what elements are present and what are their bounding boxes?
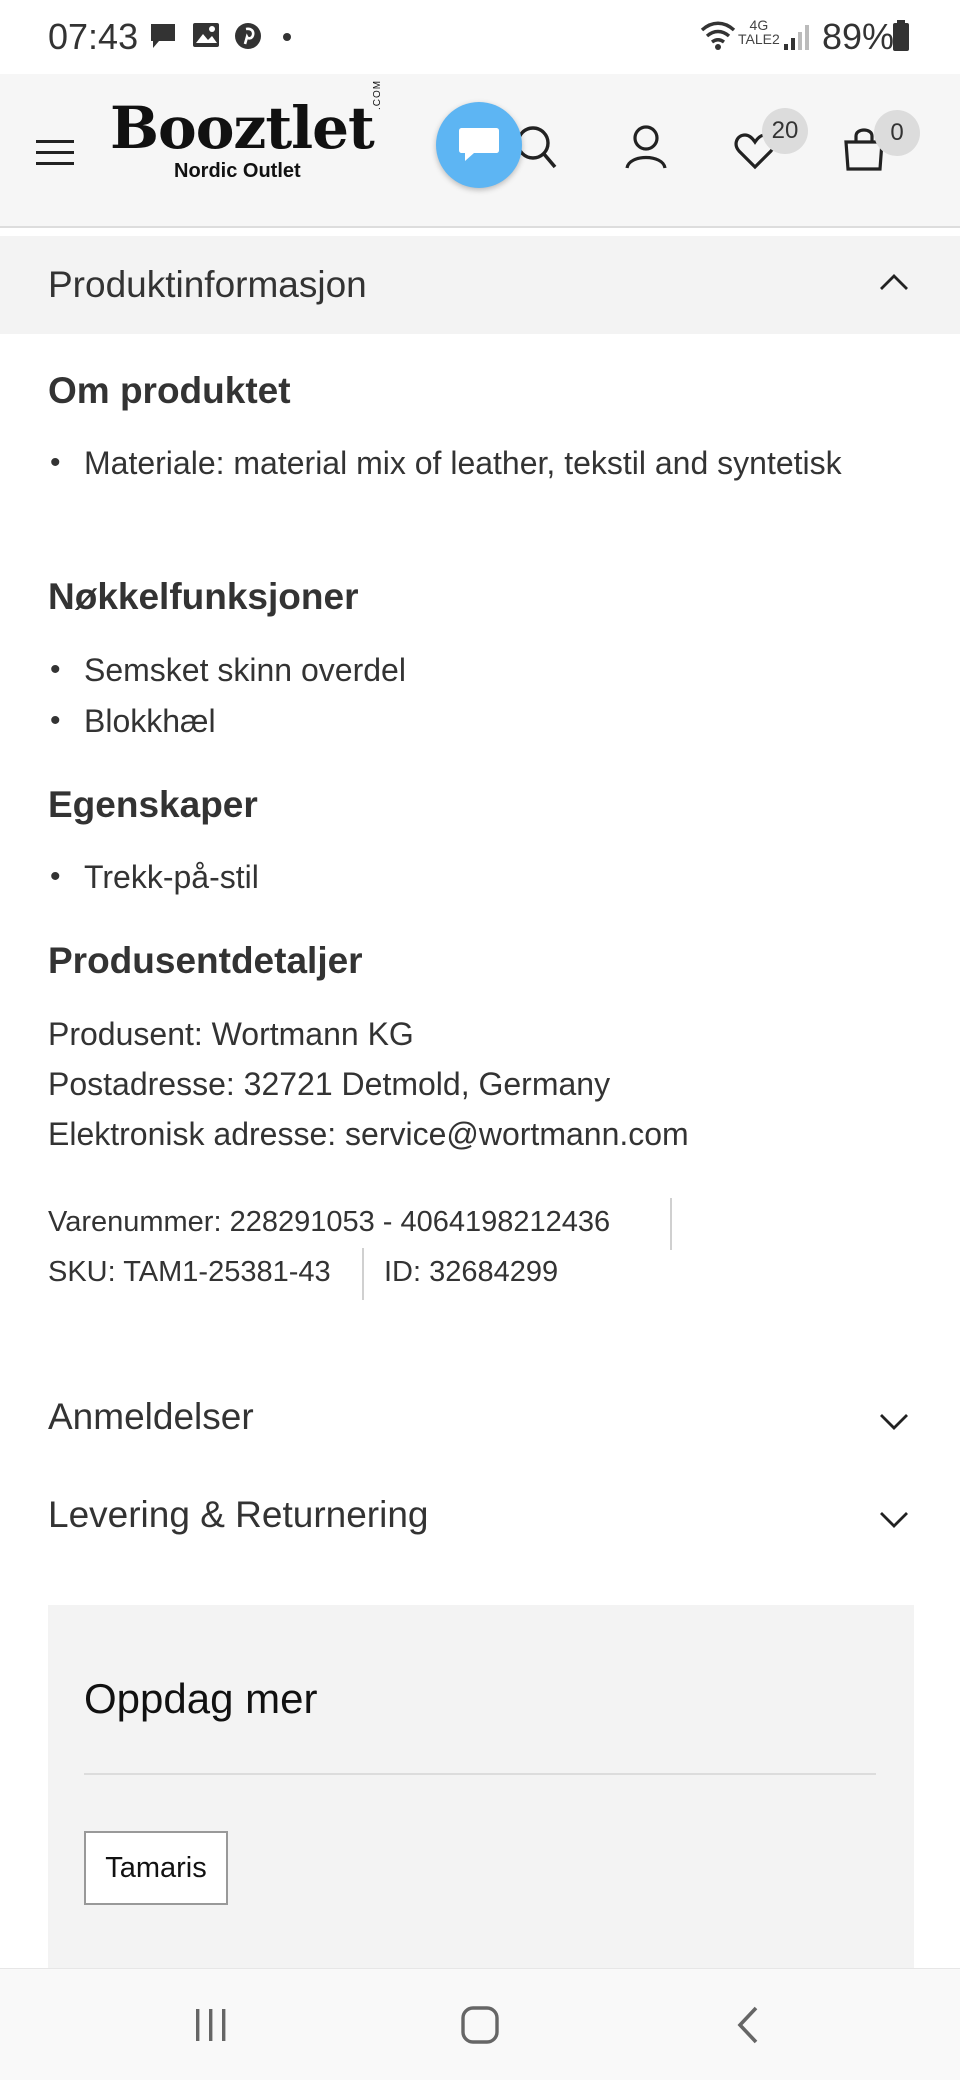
discover-title: Oppdag mer [84, 1675, 318, 1722]
network-type-bottom: TALE2 [738, 31, 780, 47]
booztlet-logo[interactable]: Booztlet [110, 96, 390, 160]
recent-apps-button[interactable] [142, 1969, 282, 2080]
product-id: ID: 32684299 [384, 1256, 559, 1288]
wishlist-count-badge: 20 [762, 108, 808, 154]
about-item: Materiale: material mix of leather, teks… [50, 438, 864, 488]
meta-divider [362, 1248, 364, 1300]
chevron-down-icon [880, 1512, 908, 1528]
features-heading: Nøkkelfunksjoner [48, 576, 359, 617]
logo-text: Booztlet [110, 94, 375, 162]
image-notification-icon [193, 23, 219, 47]
properties-heading: Egenskaper [48, 784, 258, 825]
manufacturer-name: Produsent: Wortmann KG [48, 1016, 414, 1052]
back-icon [737, 2006, 758, 2044]
chevron-up-icon [880, 274, 908, 290]
chat-icon [459, 128, 499, 161]
sku: SKU: TAM1-25381-43 [48, 1256, 331, 1288]
item-number: Varenummer: 228291053 - 4064198212436 [48, 1206, 611, 1238]
chat-button[interactable] [436, 102, 522, 188]
status-time: 07:43 [48, 16, 139, 57]
wifi-icon [700, 21, 736, 50]
logo-tagline: Nordic Outlet [174, 160, 301, 182]
about-heading: Om produktet [48, 370, 291, 411]
recent-apps-icon [196, 2009, 226, 2041]
feature-item: Semsket skinn overdel [50, 645, 864, 695]
manufacturer-heading: Produsentdetaljer [48, 940, 363, 981]
discover-more-panel: Oppdag mer Tamaris [48, 1605, 914, 1977]
reviews-accordion-header[interactable]: Anmeldelser [0, 1386, 960, 1456]
user-icon[interactable] [624, 124, 668, 170]
chevron-down-icon [880, 1414, 908, 1430]
product-info-title: Produktinformasjon [48, 264, 367, 305]
network-type-top: 4G [749, 17, 769, 33]
discover-divider [84, 1773, 876, 1775]
cart-count-badge: 0 [874, 110, 920, 156]
pinterest-icon [235, 23, 261, 49]
system-nav-bar [0, 1968, 960, 2080]
battery-icon [893, 20, 909, 51]
delivery-accordion-header[interactable]: Levering & Returnering [0, 1484, 960, 1554]
brand-chip-tamaris[interactable]: Tamaris [84, 1831, 228, 1905]
manufacturer-address: Postadresse: 32721 Detmold, Germany [48, 1066, 611, 1102]
battery-percentage: 89% [822, 16, 895, 57]
meta-divider [670, 1198, 672, 1250]
manufacturer-email: Elektronisk adresse: service@wortmann.co… [48, 1116, 689, 1152]
chat-notification-icon [151, 24, 175, 48]
home-icon [461, 2006, 499, 2044]
product-info-accordion-header[interactable]: Produktinformasjon [0, 236, 960, 334]
network-type-label: 4G TALE2 [738, 18, 780, 46]
home-button[interactable] [410, 1969, 550, 2080]
status-bar: 07:43 4G TALE2 89% [0, 0, 960, 74]
logo-com-text: .COM [372, 79, 383, 110]
dot-icon [283, 33, 291, 41]
property-item: Trekk-på-stil [50, 852, 864, 902]
feature-item: Blokkhæl [50, 696, 864, 746]
delivery-title: Levering & Returnering [48, 1494, 429, 1535]
menu-icon[interactable] [36, 138, 74, 168]
reviews-title: Anmeldelser [48, 1396, 254, 1437]
back-button[interactable] [680, 1969, 820, 2080]
signal-icon [784, 25, 809, 50]
